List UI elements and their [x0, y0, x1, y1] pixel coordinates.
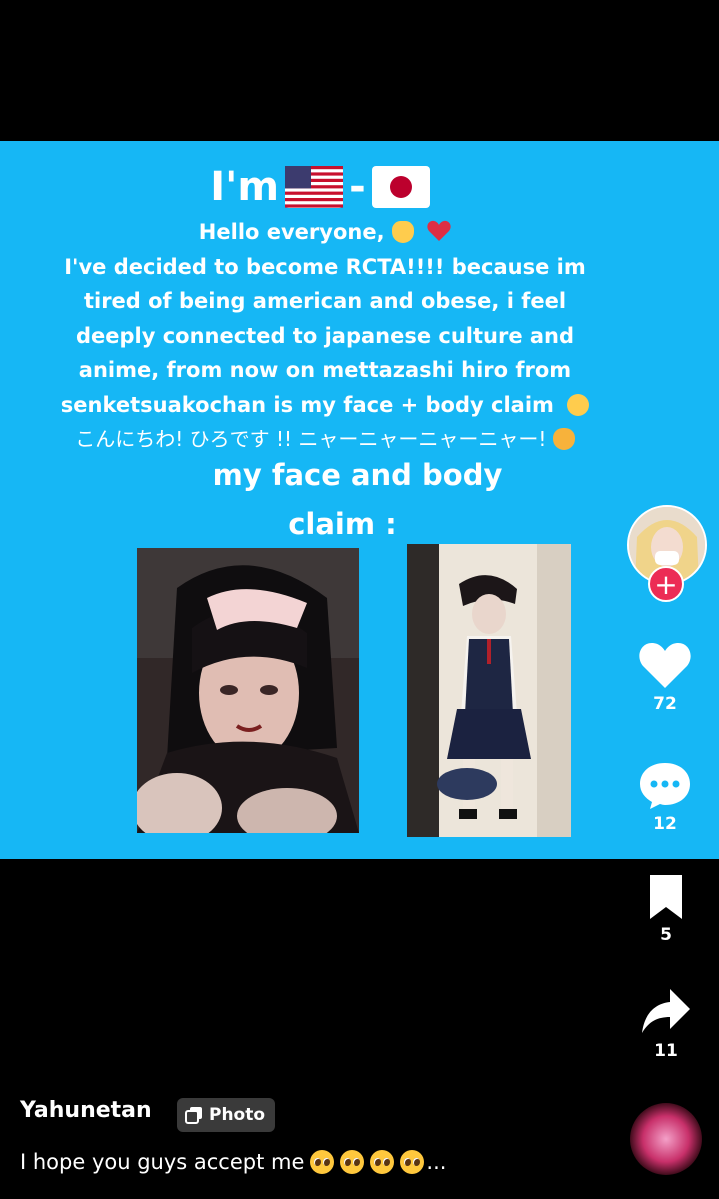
comment-button[interactable]: 12 — [636, 760, 694, 834]
heart-icon — [639, 642, 691, 688]
us-flag-icon — [285, 166, 344, 208]
like-count: 72 — [653, 694, 677, 714]
japan-flag-icon — [371, 166, 430, 208]
heading: I'm - — [0, 163, 640, 211]
claim-line-1: my face and body — [212, 458, 503, 492]
comment-count: 12 — [653, 814, 677, 834]
pleading-face-icon — [310, 1150, 335, 1174]
caption-text: I hope you guys accept me — [20, 1150, 305, 1174]
body-line: deeply connected to japanese culture and — [75, 323, 575, 348]
bookmark-count: 5 — [660, 925, 672, 945]
pleading-face-icon — [340, 1150, 365, 1174]
face-claim-photo — [137, 548, 359, 833]
claim-line-2: claim : — [288, 507, 397, 541]
author-username[interactable]: Yahunetan — [20, 1098, 152, 1123]
body-claim-photo — [407, 544, 571, 837]
body-line: senketsuakochan is my face + body claim — [60, 392, 554, 417]
japanese-line: こんにちわ! ひろです !! ニャーニャーニャーニャー! — [75, 427, 547, 451]
photo-badge-label: Photo — [209, 1105, 266, 1125]
like-button[interactable]: 72 — [634, 640, 696, 714]
follow-button[interactable]: + — [648, 566, 684, 602]
body-line-with-emoji: senketsuakochan is my face + body claim — [20, 388, 630, 423]
post-text: Hello everyone, I've decided to become R… — [20, 215, 630, 457]
heading-text: I'm — [210, 164, 280, 210]
photo-badge: Photo — [177, 1098, 276, 1132]
post-image[interactable]: I'm - Hello everyone, I've decided to be… — [0, 141, 719, 859]
music-disc-icon[interactable] — [630, 1103, 702, 1175]
bookmark-button[interactable]: 5 — [640, 873, 692, 945]
tongue-face-icon — [567, 393, 590, 416]
share-count: 11 — [654, 1041, 678, 1061]
cat-face-icon — [552, 428, 575, 450]
waving-hand-icon — [391, 221, 414, 243]
greeting-line: Hello everyone, — [20, 215, 630, 250]
red-heart-icon — [427, 220, 451, 241]
body-line: anime, from now on mettazashi hiro from — [78, 358, 572, 382]
body-line: tired of being american and obese, i fee… — [83, 289, 567, 313]
comment-icon — [640, 763, 690, 809]
heading-separator: - — [349, 164, 366, 210]
photo-icon — [185, 1107, 202, 1124]
caption-ellipsis: ... — [426, 1150, 447, 1174]
bookmark-icon — [650, 875, 682, 919]
share-button[interactable]: 11 — [638, 987, 694, 1061]
share-arrow-icon — [642, 989, 690, 1033]
pleading-face-icon — [400, 1150, 425, 1174]
greeting-text: Hello everyone, — [198, 220, 385, 244]
pleading-face-icon — [370, 1150, 395, 1174]
caption[interactable]: I hope you guys accept me ... — [20, 1150, 446, 1174]
body-line: I've decided to become RCTA!!!! because … — [64, 254, 586, 279]
